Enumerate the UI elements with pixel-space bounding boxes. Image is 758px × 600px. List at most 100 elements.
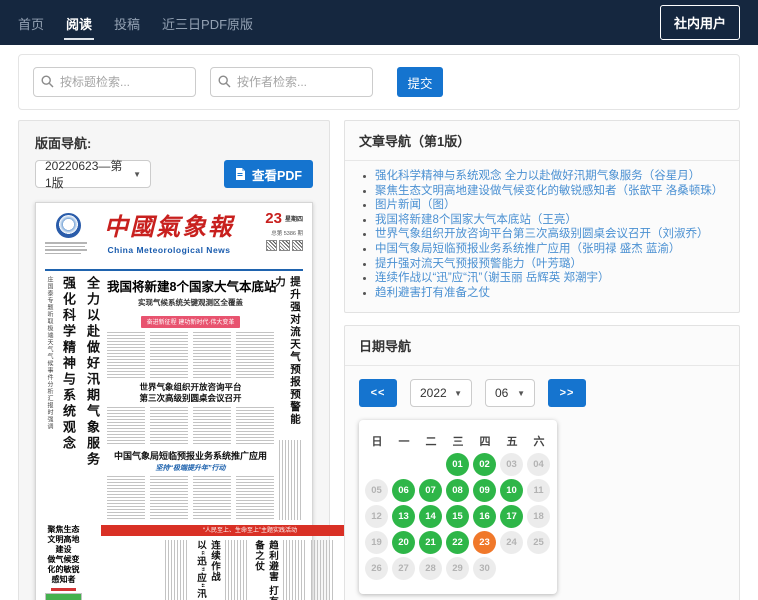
calendar-day-16[interactable]: 16 [473,505,496,528]
year-select[interactable]: 2022 ▼ [410,379,472,407]
newspaper-title: 中國氣象報 [91,212,247,242]
weather-table-ad [45,588,82,600]
calendar-day-23[interactable]: 23 [473,531,496,554]
right-vertical-headline: 提升强对流天气预报预警能力 [279,276,303,436]
weather-table [45,593,82,600]
caret-down-icon: ▼ [133,170,141,179]
newspaper-preview[interactable]: 中國氣象報 China Meteorological News 23 星期四 总… [35,202,313,600]
article-link[interactable]: 我国将新建8个国家大气本底站（王亮） [375,214,577,226]
edition-nav-title: 版面导航: [35,133,313,152]
cma-logo [45,210,91,256]
edition-select-value: 20220623—第1版 [45,157,126,191]
navbar-links: 首页阅读投稿近三日PDF原版 [18,1,253,45]
author-search-input[interactable] [210,67,373,97]
calendar-day-27: 27 [392,557,415,580]
cma-logo-icon [56,213,81,238]
calendar-day-08[interactable]: 08 [446,479,469,502]
article-list-item: 我国将新建8个国家大气本底站（王亮） [375,213,725,228]
article-link[interactable]: 连续作战以“迅”应“汛”（谢玉丽 岳辉英 郑潮宇） [375,272,609,284]
newspaper-day: 23 [265,210,282,227]
search-icon [218,75,231,88]
nav-item-home[interactable]: 首页 [18,1,44,45]
right-column: 文章导航（第1版） 强化科学精神与系统观念 全力以赴做好汛期气象服务（谷星月）聚… [344,120,740,600]
calendar-day-13[interactable]: 13 [392,505,415,528]
main-content: 版面导航: 20220623—第1版 ▼ 查看PDF [0,120,758,600]
calendar: 日一二三四五六010203040506070809101112131415161… [359,420,557,594]
prev-month-button[interactable]: << [359,379,397,407]
article-list-item: 中国气象局短临预报业务系统推广应用（张明禄 盛杰 蓝渝） [375,242,725,257]
nav-item-read[interactable]: 阅读 [66,1,92,45]
calendar-day-14[interactable]: 14 [419,505,442,528]
calendar-day-02[interactable]: 02 [473,453,496,476]
calendar-day-01[interactable]: 01 [446,453,469,476]
calendar-day-11: 11 [527,479,550,502]
calendar-day-24: 24 [500,531,523,554]
newspaper-title-block: 中國氣象報 China Meteorological News [91,210,247,255]
newspaper-weekday: 星期四 [285,214,303,223]
month-select[interactable]: 06 ▼ [485,379,535,407]
month-select-value: 06 [495,386,508,400]
calendar-day-04: 04 [527,453,550,476]
calendar-day-12: 12 [365,505,388,528]
calendar-day-21[interactable]: 21 [419,531,442,554]
calendar-day-09[interactable]: 09 [473,479,496,502]
article-link[interactable]: 聚焦生态文明高地建设做气候变化的敏锐感知者（张歆平 洛桑顿珠） [375,185,723,197]
newspaper-text-columns [107,476,274,520]
calendar-weekday: 六 [527,432,551,450]
internal-user-button[interactable]: 社内用户 [660,5,740,40]
qr-code-icon [292,240,303,251]
view-pdf-label: 查看PDF [252,165,302,184]
newspaper-bottom-band: 聚焦生态文明高地建设 做气候变化的敏锐感知者 “人民至上、生命至上”主题实践活动 [45,525,303,600]
calendar-day-07[interactable]: 07 [419,479,442,502]
article-list-item: 图片新闻（图） [375,198,725,213]
qr-code-icon [279,240,290,251]
next-month-button[interactable]: >> [548,379,586,407]
date-controls: << 2022 ▼ 06 ▼ >> [359,379,725,407]
article-link[interactable]: 图片新闻（图） [375,199,456,211]
calendar-blank-cell [365,453,388,476]
calendar-weekday: 日 [365,432,389,450]
calendar-day-15[interactable]: 15 [446,505,469,528]
action-line: 坚持“极端提升年”行动 [107,463,274,473]
article-list-item: 强化科学精神与系统观念 全力以赴做好汛期气象服务（谷星月） [375,169,725,184]
newspaper-text-columns [107,332,274,378]
article-list-item: 趋利避害打有准备之仗 [375,286,725,301]
calendar-weekday: 五 [500,432,524,450]
calendar-grid: 日一二三四五六010203040506070809101112131415161… [368,432,548,580]
article-link[interactable]: 趋利避害打有准备之仗 [375,287,490,299]
calendar-day-03: 03 [500,453,523,476]
vertical-headline-2: 全力以赴做好汛期气象服务 [83,276,102,504]
article-link[interactable]: 提升强对流天气预报预警能力（叶芳璐） [375,258,582,270]
theme-banner: 奋进新征程 建功新时代·伟大变革 [141,316,241,328]
newspaper-issue-number: 总第 5386 期 [247,229,303,237]
calendar-day-06[interactable]: 06 [392,479,415,502]
masthead-divider [45,269,303,271]
edition-controls: 20220623—第1版 ▼ 查看PDF [35,160,313,188]
nav-item-recent-pdf[interactable]: 近三日PDF原版 [162,1,253,45]
search-icon [41,75,54,88]
calendar-day-17[interactable]: 17 [500,505,523,528]
calendar-blank-cell [392,453,415,476]
article-link[interactable]: 中国气象局短临预报业务系统推广应用（张明禄 盛杰 蓝渝） [375,243,680,255]
calendar-day-20[interactable]: 20 [392,531,415,554]
title-search-input[interactable] [33,67,196,97]
article-list: 强化科学精神与系统观念 全力以赴做好汛期气象服务（谷星月） 聚焦生态文明高地建设做… [375,169,725,300]
view-pdf-button[interactable]: 查看PDF [224,160,313,188]
newspaper-subtitle: China Meteorological News [91,245,247,255]
vertical-headline-1: 强化科学精神与系统观念 [59,276,78,498]
bottom-left-article: 聚焦生态文明高地建设 做气候变化的敏锐感知者 [45,525,82,600]
calendar-day-05: 05 [365,479,388,502]
author-search-wrap [210,67,373,97]
calendar-day-10[interactable]: 10 [500,479,523,502]
year-select-value: 2022 [420,386,447,400]
article-link[interactable]: 强化科学精神与系统观念 全力以赴做好汛期气象服务（谷星月） [375,170,700,182]
calendar-weekday: 二 [419,432,443,450]
nav-item-submit[interactable]: 投稿 [114,1,140,45]
main-subheadline: 实现气候系统关键观测区全覆盖 [107,297,274,308]
calendar-day-22[interactable]: 22 [446,531,469,554]
article-link[interactable]: 世界气象组织开放咨询平台第三次高级别圆桌会议召开（刘淑乔） [375,228,709,240]
submit-button[interactable]: 提交 [397,67,443,97]
calendar-weekday: 四 [473,432,497,450]
edition-select[interactable]: 20220623—第1版 ▼ [35,160,151,188]
calendar-day-25: 25 [527,531,550,554]
